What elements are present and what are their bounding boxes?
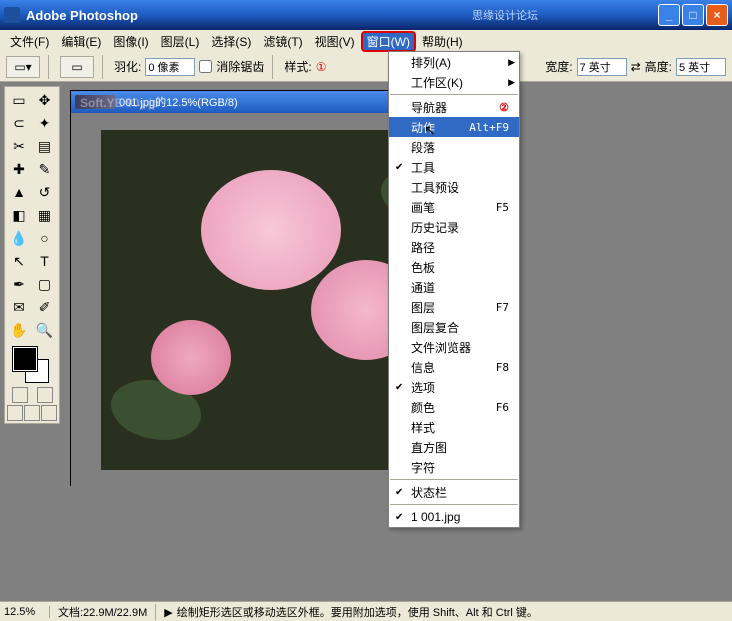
dodge-tool[interactable]: ○ [33, 227, 57, 249]
status-hint: ▶绘制矩形选区或移动选区外框。要用附加选项，使用 Shift、Alt 和 Ctr… [156, 604, 732, 620]
menu-layers[interactable]: 图层F7 [389, 297, 519, 317]
menu-workspace[interactable]: 工作区(K)▶ [389, 72, 519, 92]
app-title: Adobe Photoshop [26, 8, 472, 23]
play-icon: ▶ [164, 607, 172, 619]
move-tool[interactable]: ✥ [33, 89, 57, 111]
stamp-tool[interactable]: ▲ [7, 181, 31, 203]
lasso-tool[interactable]: ⊂ [7, 112, 31, 134]
close-button[interactable]: × [706, 4, 728, 26]
menu-navigator[interactable]: 导航器② [389, 97, 519, 117]
menu-view[interactable]: 视图(V) [309, 31, 361, 52]
type-tool[interactable]: T [33, 250, 57, 272]
menu-styles[interactable]: 样式 [389, 417, 519, 437]
menu-paragraph[interactable]: 段落 [389, 137, 519, 157]
menu-statusbar[interactable]: ✔状态栏 [389, 482, 519, 502]
zoom-level[interactable]: 12.5% [0, 606, 50, 618]
marquee-tool-preset[interactable]: ▭▾ [6, 56, 40, 78]
eraser-tool[interactable]: ◧ [7, 204, 31, 226]
style-label: 样式: [284, 58, 311, 75]
color-swatch [7, 345, 57, 385]
menu-layer[interactable]: 图层(L) [155, 31, 206, 52]
screen-mode-3[interactable] [41, 405, 57, 421]
heal-tool[interactable]: ✚ [7, 158, 31, 180]
selection-mode[interactable]: ▭ [60, 56, 94, 78]
doc-size[interactable]: 文档:22.9M/22.9M [50, 604, 156, 620]
zoom-tool[interactable]: 🔍 [33, 319, 57, 341]
menu-history[interactable]: 历史记录 [389, 217, 519, 237]
menu-tool-presets[interactable]: 工具预设 [389, 177, 519, 197]
hand-tool[interactable]: ✋ [7, 319, 31, 341]
swap-icon[interactable]: ⇄ [631, 60, 641, 74]
gradient-tool[interactable]: ▦ [33, 204, 57, 226]
antialias-label: 消除锯齿 [216, 58, 264, 75]
menu-tools[interactable]: ✔工具 [389, 157, 519, 177]
antialias-checkbox[interactable] [199, 60, 212, 73]
menu-color[interactable]: 颜色F6 [389, 397, 519, 417]
menu-character[interactable]: 字符 [389, 457, 519, 477]
quickmask-mode[interactable] [37, 387, 53, 403]
quick-mask-row [7, 387, 57, 403]
menu-info[interactable]: 信息F8 [389, 357, 519, 377]
menu-swatches[interactable]: 色板 [389, 257, 519, 277]
height-label: 高度: [645, 58, 672, 75]
screen-mode-row [7, 405, 57, 421]
menu-file[interactable]: 文件(F) [4, 31, 55, 52]
window-menu-dropdown: 排列(A)▶ 工作区(K)▶ 导航器② 动作Alt+F9 段落 ✔工具 工具预设… [388, 51, 520, 528]
toolbox: ▭ ✥ ⊂ ✦ ✂ ▤ ✚ ✎ ▲ ↺ ◧ ▦ 💧 ○ ↖ T ✒ ▢ ✉ ✐ … [4, 86, 60, 424]
menu-arrange[interactable]: 排列(A)▶ [389, 52, 519, 72]
watermark-text: 思缘设计论坛 [472, 7, 538, 23]
width-label: 宽度: [545, 58, 572, 75]
menu-help[interactable]: 帮助(H) [416, 31, 469, 52]
options-bar: ▭▾ ▭ 羽化: 消除锯齿 样式: ① 宽度: ⇄ 高度: [0, 52, 732, 82]
slice-tool[interactable]: ▤ [33, 135, 57, 157]
minimize-button[interactable]: _ [658, 4, 680, 26]
screen-mode-2[interactable] [24, 405, 40, 421]
maximize-button[interactable]: □ [682, 4, 704, 26]
pen-tool[interactable]: ✒ [7, 273, 31, 295]
marquee-tool[interactable]: ▭ [7, 89, 31, 111]
canvas-watermark: Soft.YE 90y.jp [80, 96, 159, 110]
blur-tool[interactable]: 💧 [7, 227, 31, 249]
menu-image[interactable]: 图像(I) [107, 31, 154, 52]
width-input[interactable] [577, 58, 627, 76]
menu-filter[interactable]: 滤镜(T) [257, 31, 308, 52]
history-brush-tool[interactable]: ↺ [33, 181, 57, 203]
menu-histogram[interactable]: 直方图 [389, 437, 519, 457]
menu-channels[interactable]: 通道 [389, 277, 519, 297]
menu-select[interactable]: 选择(S) [205, 31, 257, 52]
menubar: 文件(F) 编辑(E) 图像(I) 图层(L) 选择(S) 滤镜(T) 视图(V… [0, 30, 732, 52]
menu-doc-1[interactable]: ✔1 001.jpg [389, 507, 519, 527]
app-icon [4, 7, 20, 23]
screen-mode-1[interactable] [7, 405, 23, 421]
height-input[interactable] [676, 58, 726, 76]
standard-mode[interactable] [12, 387, 28, 403]
feather-label: 羽化: [114, 58, 141, 75]
menu-layer-comps[interactable]: 图层复合 [389, 317, 519, 337]
menu-file-browser[interactable]: 文件浏览器 [389, 337, 519, 357]
eyedropper-tool[interactable]: ✐ [33, 296, 57, 318]
shape-tool[interactable]: ▢ [33, 273, 57, 295]
menu-options[interactable]: ✔选项 [389, 377, 519, 397]
annotation-1: ① [316, 60, 327, 74]
brush-tool[interactable]: ✎ [33, 158, 57, 180]
menu-window[interactable]: 窗口(W) [361, 31, 416, 52]
window-buttons: _ □ × [658, 4, 728, 26]
menu-edit[interactable]: 编辑(E) [55, 31, 107, 52]
menu-paths[interactable]: 路径 [389, 237, 519, 257]
wand-tool[interactable]: ✦ [33, 112, 57, 134]
statusbar: 12.5% 文档:22.9M/22.9M ▶绘制矩形选区或移动选区外框。要用附加… [0, 601, 732, 621]
titlebar: Adobe Photoshop 思缘设计论坛 _ □ × [0, 0, 732, 30]
notes-tool[interactable]: ✉ [7, 296, 31, 318]
menu-actions[interactable]: 动作Alt+F9 [389, 117, 519, 137]
path-tool[interactable]: ↖ [7, 250, 31, 272]
feather-input[interactable] [145, 58, 195, 76]
crop-tool[interactable]: ✂ [7, 135, 31, 157]
menu-brushes[interactable]: 画笔F5 [389, 197, 519, 217]
foreground-color[interactable] [13, 347, 37, 371]
